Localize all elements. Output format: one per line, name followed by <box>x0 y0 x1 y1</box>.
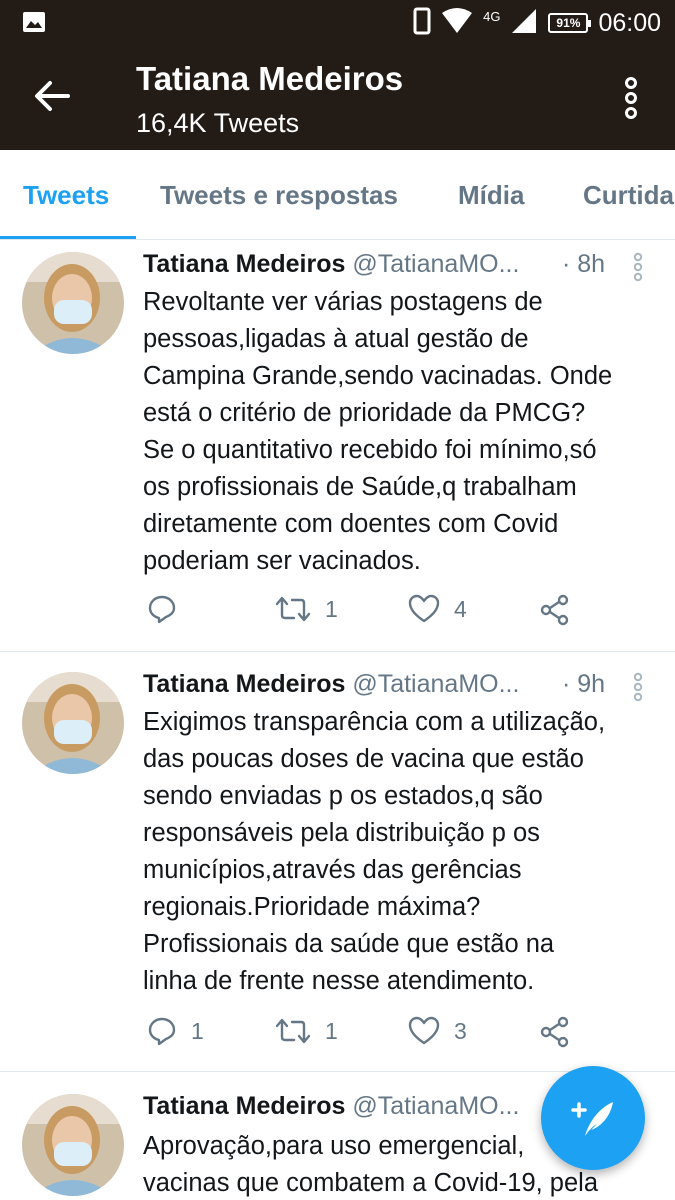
tweet-line: os profissionais de Saúde,q trabalham <box>143 473 577 501</box>
profile-header: Tatiana Medeiros 16,4K Tweets <box>0 46 675 150</box>
author-name[interactable]: Tatiana Medeiros <box>143 670 345 698</box>
like-button[interactable]: 3 <box>408 1016 467 1046</box>
like-count: 3 <box>454 1017 467 1044</box>
tweet-line: das poucas doses de vacina que estão <box>143 745 584 773</box>
tweet-line: está o critério de prioridade da PMCG? <box>143 399 586 427</box>
compose-tweet-button[interactable] <box>541 1066 645 1170</box>
image-icon <box>22 11 46 38</box>
tweet-header: Tatiana Medeiros @TatianaMO... · 9h <box>143 670 643 702</box>
tab-tweets[interactable]: Tweets <box>23 180 109 211</box>
retweet-count: 1 <box>325 1017 338 1044</box>
tweet-header: Tatiana Medeiros @TatianaMO... · 8h <box>143 250 643 282</box>
phone-icon <box>413 7 431 40</box>
retweet-icon <box>275 1016 311 1046</box>
tab-curtidas[interactable]: Curtidas <box>583 180 675 211</box>
tweet-line: Profissionais da saúde que estão na <box>143 930 555 958</box>
battery-level: 91% <box>556 16 581 30</box>
share-button[interactable] <box>539 594 571 626</box>
tweet-count: 16,4K Tweets <box>136 108 300 138</box>
clock: 06:00 <box>598 8 661 37</box>
back-arrow-icon[interactable] <box>32 76 72 116</box>
compose-feather-icon <box>567 1092 619 1149</box>
tweet-line: poderiam ser vacinados. <box>143 547 421 575</box>
battery-icon: 91% <box>548 13 592 33</box>
tweet-time: · 8h <box>562 250 606 278</box>
tweet-line: Exigimos transparência com a utilização, <box>143 708 606 736</box>
tweet-menu-icon[interactable] <box>633 672 643 702</box>
author-name[interactable]: Tatiana Medeiros <box>143 250 345 278</box>
author-name[interactable]: Tatiana Medeiros <box>143 1092 345 1120</box>
retweet-icon <box>275 594 311 624</box>
author-handle[interactable]: @TatianaMO... <box>352 1092 519 1120</box>
profile-name: Tatiana Medeiros <box>136 60 404 97</box>
tweet[interactable]: Tatiana Medeiros @TatianaMO... · 9h Exig… <box>0 652 675 1072</box>
tweet-line: responsáveis pela distribuição p os <box>143 819 540 847</box>
like-count: 4 <box>454 595 467 622</box>
avatar[interactable] <box>22 1094 124 1196</box>
avatar[interactable] <box>22 252 124 354</box>
retweet-button[interactable]: 1 <box>275 1016 338 1046</box>
tweet-text: Exigimos transparência com a utilização,… <box>143 704 663 1000</box>
tweet-line: pessoas,ligadas à atual gestão de <box>143 325 529 353</box>
avatar[interactable] <box>22 672 124 774</box>
tab-tweets-e-respostas[interactable]: Tweets e respostas <box>160 180 398 211</box>
reply-icon <box>147 594 177 624</box>
tweet-menu-icon[interactable] <box>633 252 643 282</box>
author-handle[interactable]: @TatianaMO... <box>352 250 519 278</box>
reply-icon <box>147 1016 177 1046</box>
tweet-text: Revoltante ver várias postagens de pesso… <box>143 284 663 580</box>
tweet-line: diretamente com doentes com Covid <box>143 510 559 538</box>
share-icon <box>539 594 571 626</box>
tweet-line: Se o quantitativo recebido foi mínimo,só <box>143 436 597 464</box>
tweet-line: vacinas que combatem a Covid-19, pela <box>143 1169 599 1197</box>
tab-midia[interactable]: Mídia <box>458 180 524 211</box>
retweet-button[interactable]: 1 <box>275 594 338 624</box>
tweet-line: sendo enviadas p os estados,q são <box>143 782 543 810</box>
tweet[interactable]: Tatiana Medeiros @TatianaMO... · 8h Revo… <box>0 240 675 652</box>
author-handle[interactable]: @TatianaMO... <box>352 670 519 698</box>
heart-icon <box>408 594 440 624</box>
signal-icon <box>510 7 538 40</box>
tweet-line: municípios,através das gerências <box>143 856 522 884</box>
tweet-line: Revoltante ver várias postagens de <box>143 288 543 316</box>
reply-count: 1 <box>191 1017 204 1044</box>
network-type: 4G <box>483 8 501 24</box>
tweet-line: linha de frente nesse atendimento. <box>143 967 535 995</box>
tweet-time: · 9h <box>562 670 606 698</box>
reply-button[interactable]: 1 <box>147 1016 204 1046</box>
retweet-count: 1 <box>325 595 338 622</box>
reply-button[interactable] <box>147 594 191 624</box>
share-button[interactable] <box>539 1016 571 1048</box>
share-icon <box>539 1016 571 1048</box>
profile-tabs: Tweets Tweets e respostas Mídia Curtidas <box>0 150 675 240</box>
tweet-line: regionais.Prioridade máxima? <box>143 893 481 921</box>
tweet-actions: 1 1 3 <box>143 1016 643 1056</box>
status-bar: 4G 91% 06:00 <box>0 0 675 46</box>
tweet-actions: 1 4 <box>143 594 643 634</box>
like-button[interactable]: 4 <box>408 594 467 624</box>
wifi-icon <box>441 7 473 39</box>
more-options-icon[interactable] <box>623 76 639 120</box>
tweet-line: Campina Grande,sendo vacinadas. Onde <box>143 362 613 390</box>
heart-icon <box>408 1016 440 1046</box>
